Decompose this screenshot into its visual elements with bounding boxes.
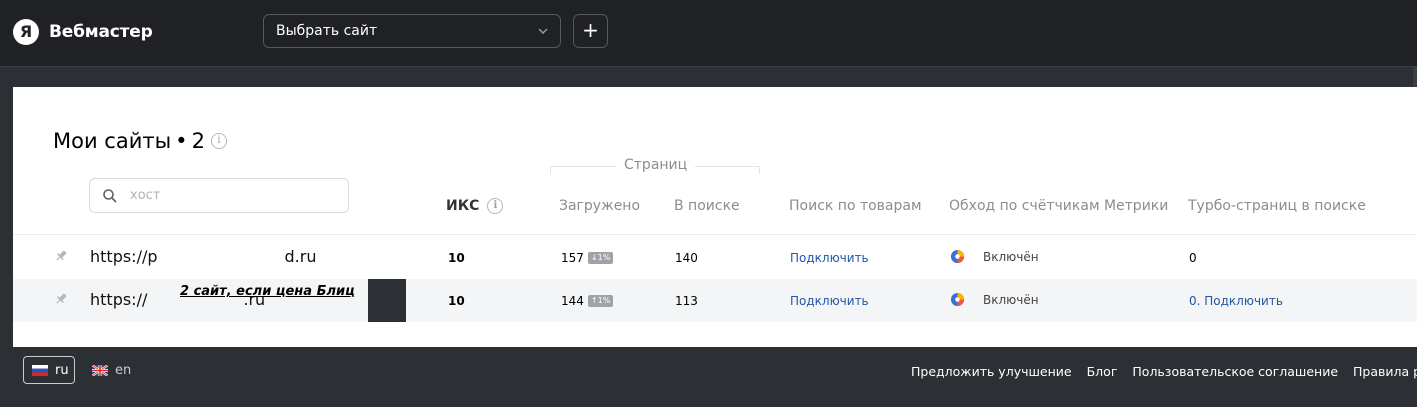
host-search[interactable] [89,178,349,213]
column-iks-label: ИКС [446,198,480,214]
yandex-logo-icon: Я [13,19,39,45]
language-ru-button[interactable]: ru [23,356,75,384]
metrika-status: Включён [950,292,1039,307]
site-url-end: d.ru [284,247,317,266]
column-turbo[interactable]: Турбо-страниц в поиске [1188,198,1366,214]
pages-group-label: Страниц [616,157,696,173]
table-row[interactable]: https://.ru 2 сайт, если цена Блиц 10 14… [13,279,1417,322]
pin-icon[interactable] [54,249,68,263]
turbo-value: 0 [1189,251,1197,265]
footer-link-agreement[interactable]: Пользовательское соглашение [1132,364,1338,379]
site-url[interactable]: https://p d.ru [90,247,316,266]
loaded-pages: 157 ↓1% [561,251,614,265]
chevron-down-icon [538,15,548,59]
column-loaded[interactable]: Загружено [559,198,640,214]
column-metrika[interactable]: Обход по счётчикам Метрики [949,198,1168,214]
site-select[interactable]: Выбрать сайт [263,14,561,48]
site-url-start: https:// [90,290,148,309]
language-en-button[interactable]: en [92,356,131,384]
annotation-note: 2 сайт, если цена Блиц [180,284,355,299]
table-row[interactable]: https://p d.ru 10 157 ↓1% 140 Подключить … [13,236,1417,279]
pages-group-header: Страниц [550,157,760,177]
metrika-icon [950,292,965,307]
connect-goods-link[interactable]: Подключить [790,251,869,265]
in-search-value: 113 [675,294,698,308]
top-bar: Я Вебмастер Выбрать сайт + [0,0,1417,67]
header-divider [13,234,1417,235]
host-search-input[interactable] [128,187,332,204]
metrika-status: Включён [950,249,1039,264]
turbo-connect-link[interactable]: 0. Подключить [1189,294,1283,308]
row-gap [368,279,406,322]
loaded-value: 144 [561,294,584,308]
column-in-search[interactable]: В поиске [674,198,740,214]
search-icon [103,188,117,203]
add-site-button[interactable]: + [573,14,608,48]
language-en-label: en [115,362,132,378]
loaded-value: 157 [561,251,584,265]
page-title-text: Мои сайты [53,129,172,153]
footer-link-rules[interactable]: Правила рекоме [1353,364,1417,379]
logo[interactable]: Я Вебмастер [13,19,153,45]
page-title: Мои сайты • 2 i [53,129,227,153]
iks-value: 10 [448,294,465,308]
loaded-change-badge: ↑1% [587,295,614,307]
count-separator: • [175,129,188,153]
footer: ru en Предложить улучшение Блог Пользова… [0,348,1417,407]
info-icon[interactable]: i [210,133,227,149]
column-iks[interactable]: ИКС i [446,198,504,214]
brand-name: Вебмастер [49,22,153,42]
column-goods-search[interactable]: Поиск по товарам [789,198,922,214]
metrika-icon [950,249,965,264]
sites-count: 2 [191,129,205,153]
uk-flag-icon [92,364,108,376]
loaded-pages: 144 ↑1% [561,294,614,308]
sites-panel: Мои сайты • 2 i Страниц ИКС i Загружено … [13,87,1417,347]
site-url-start: https://p [90,247,158,266]
loaded-change-badge: ↓1% [587,252,614,264]
russia-flag-icon [32,364,48,376]
footer-link-suggest[interactable]: Предложить улучшение [911,364,1072,379]
iks-info-icon[interactable]: i [487,198,504,214]
footer-link-blog[interactable]: Блог [1087,364,1118,379]
language-ru-label: ru [55,362,69,378]
metrika-status-text: Включён [983,292,1039,307]
pin-icon[interactable] [54,292,68,306]
iks-value: 10 [448,251,465,265]
site-select-value: Выбрать сайт [276,23,378,39]
metrika-status-text: Включён [983,249,1039,264]
in-search-value: 140 [675,251,698,265]
footer-links: Предложить улучшение Блог Пользовательск… [911,364,1417,379]
connect-goods-link[interactable]: Подключить [790,294,869,308]
